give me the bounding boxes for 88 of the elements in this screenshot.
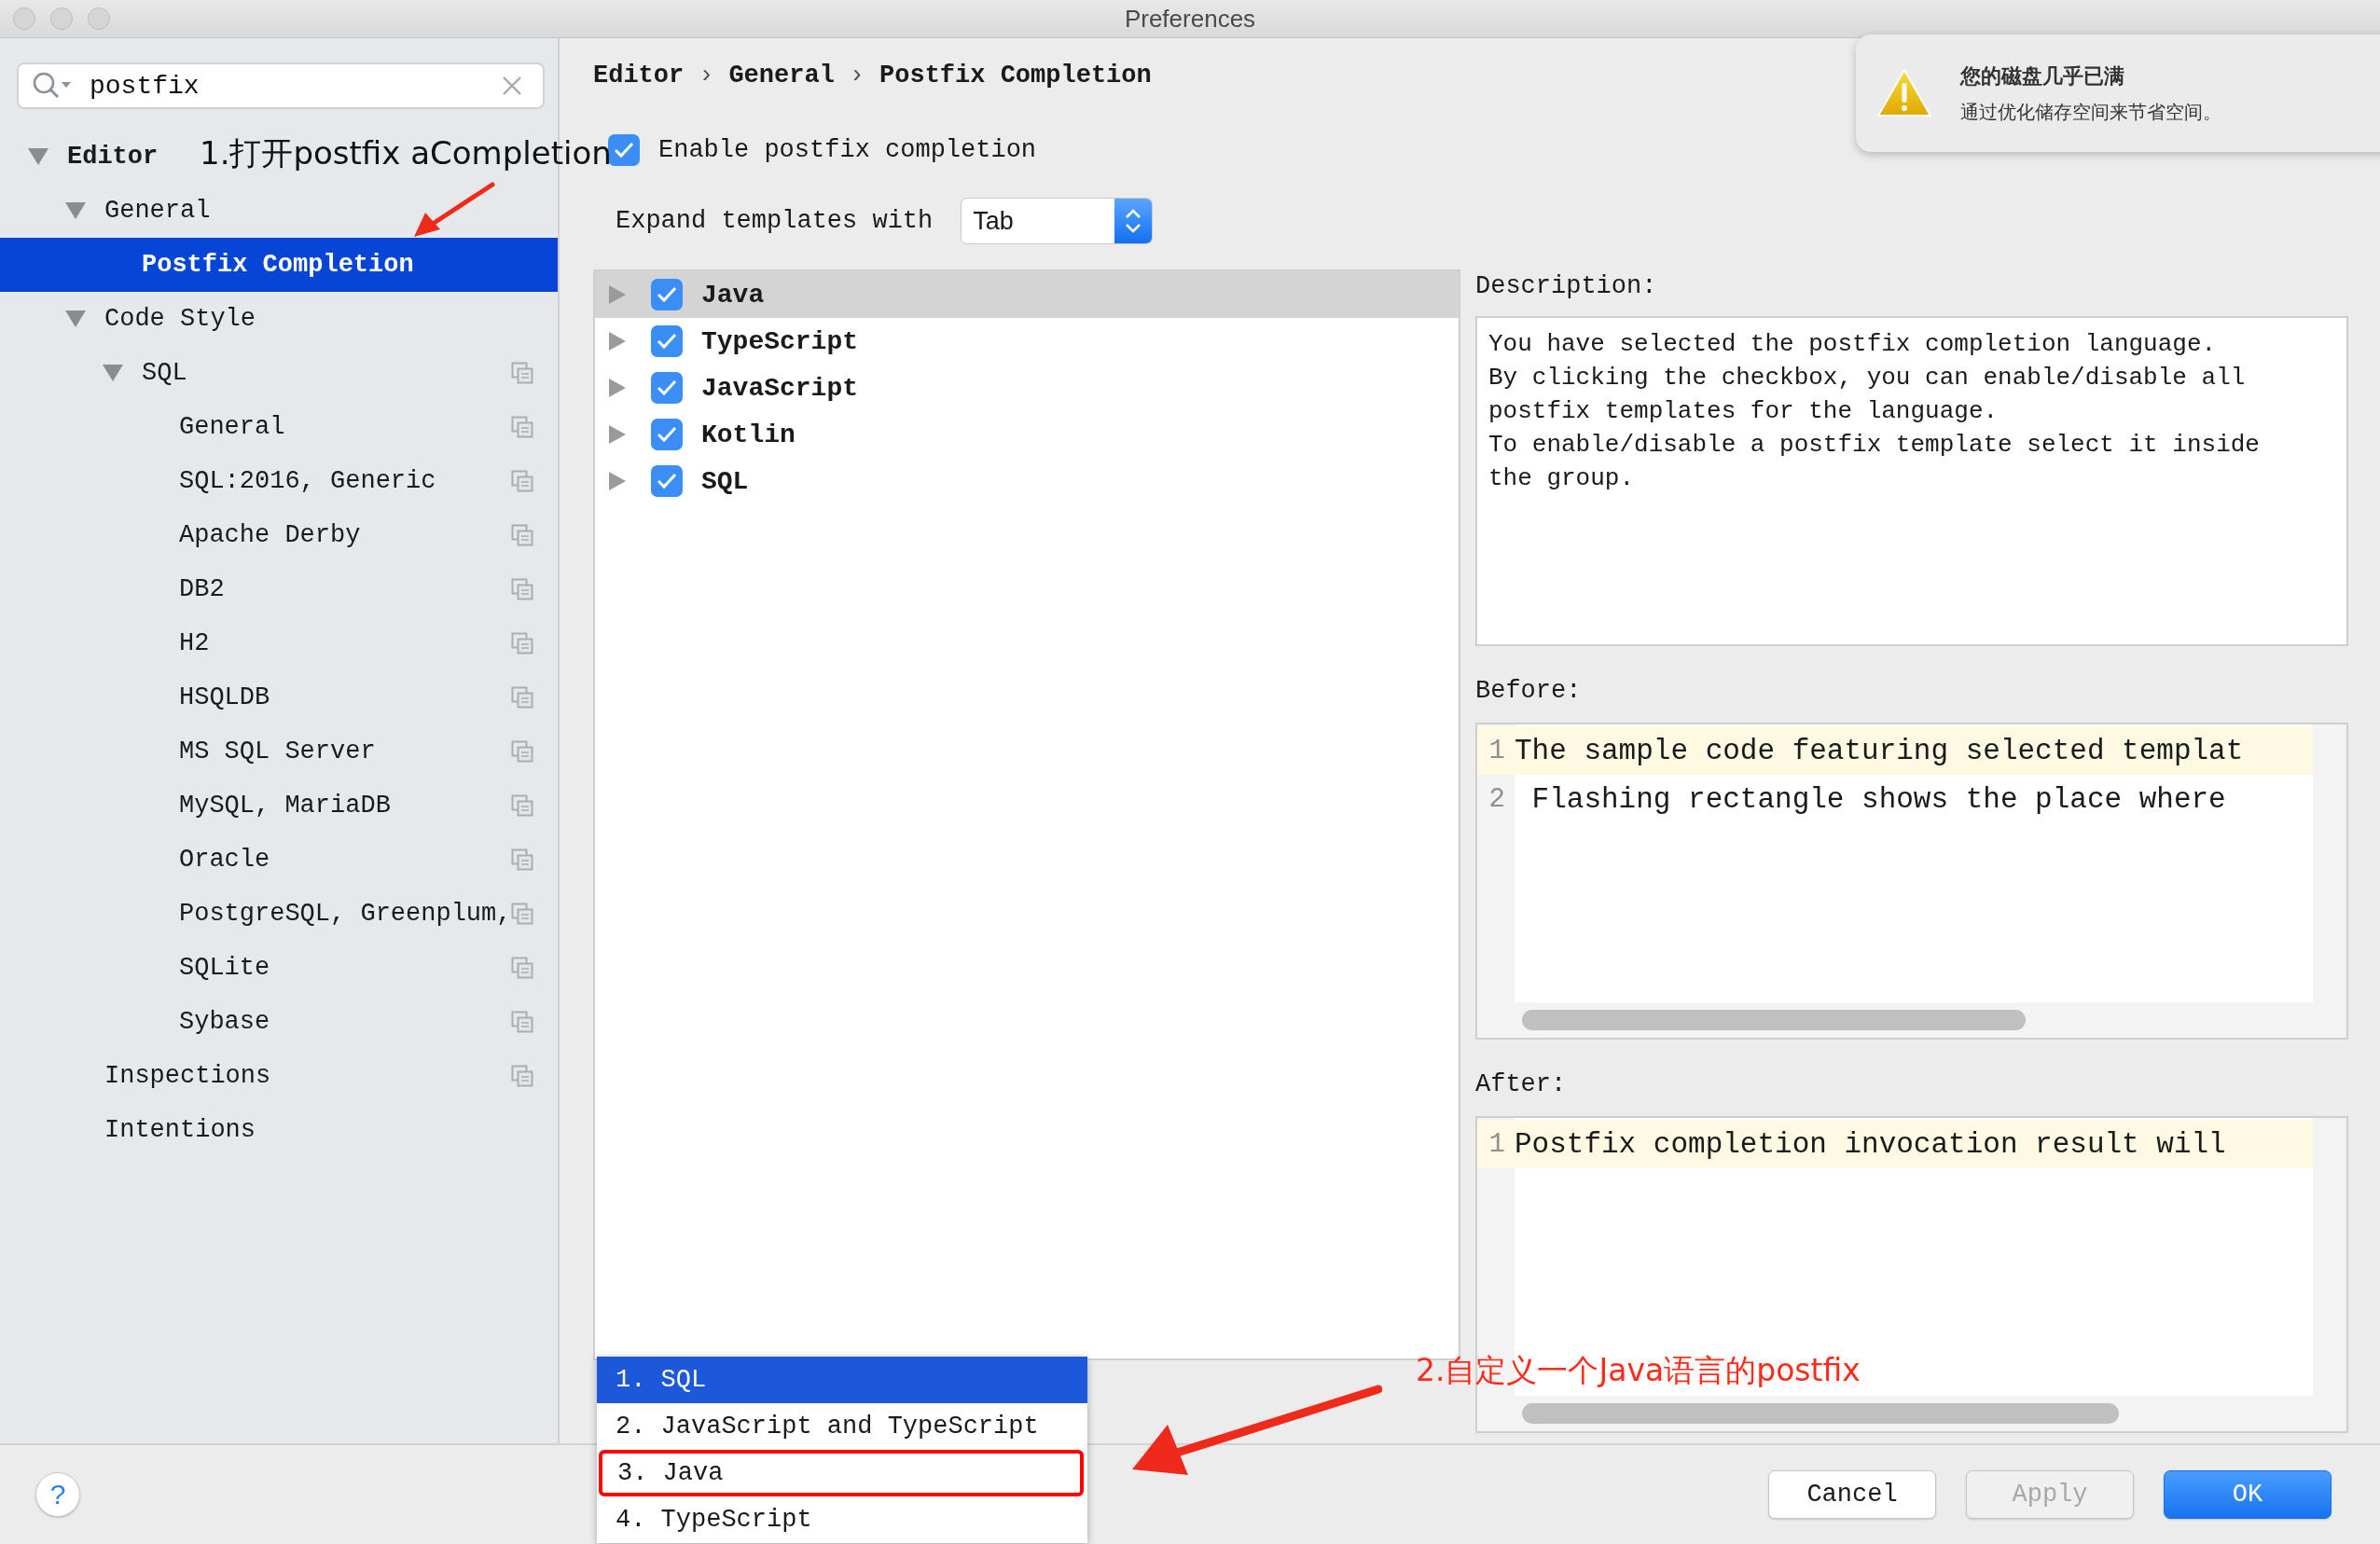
- line-number: 1: [1488, 1128, 1506, 1160]
- description-text: To enable/disable a postfix template select it inside: [1488, 430, 2261, 461]
- expand-triangle-icon[interactable]: [608, 378, 627, 398]
- expand-triangle-icon[interactable]: [608, 424, 627, 445]
- template-item[interactable]: Java: [595, 271, 1459, 318]
- checkbox[interactable]: [608, 134, 640, 166]
- template-item[interactable]: Kotlin: [595, 411, 1459, 458]
- tree-item[interactable]: MS SQL Server: [0, 724, 376, 779]
- tree-item[interactable]: General: [0, 184, 211, 238]
- tree-item[interactable]: Editor: [0, 130, 159, 184]
- dialog-button[interactable]: Cancel: [1768, 1470, 1936, 1519]
- menu-item[interactable]: 1. SQL: [597, 1357, 1087, 1403]
- tree-item[interactable]: DB2: [0, 562, 225, 616]
- tree-item[interactable]: SQL: [0, 346, 187, 400]
- code-line: Flashing rectangle shows the place where: [1530, 782, 2226, 816]
- menu-item[interactable]: 4. TypeScript: [597, 1496, 1087, 1543]
- notification-title: 您的磁盘几乎已满: [1960, 62, 2125, 90]
- tree-item[interactable]: HSQLDB: [0, 670, 270, 724]
- description-text: By clicking the checkbox, you can enable/disable all: [1488, 363, 2247, 393]
- scrollbar-thumb[interactable]: [1522, 1403, 2119, 1424]
- template-item[interactable]: TypeScript: [595, 318, 1459, 365]
- field-label: Expand templates with: [616, 207, 934, 235]
- clear-icon[interactable]: [502, 76, 522, 96]
- expand-triangle-icon[interactable]: [608, 284, 627, 305]
- dropdown[interactable]: Tab: [961, 198, 1154, 244]
- line-number: 1: [1488, 735, 1506, 766]
- check-icon: [656, 285, 678, 304]
- checkbox-label: Enable postfix completion: [658, 136, 1037, 164]
- collapse-triangle-icon[interactable]: [65, 310, 86, 328]
- tree-item[interactable]: Oracle: [0, 833, 270, 887]
- scrollbar-thumb[interactable]: [1522, 1010, 2026, 1030]
- expand-triangle-icon[interactable]: [608, 331, 627, 352]
- check-icon: [656, 472, 678, 490]
- template-item[interactable]: SQL: [595, 458, 1459, 504]
- description-text: the group.: [1488, 463, 1636, 494]
- breadcrumb-link[interactable]: General: [728, 62, 835, 90]
- breadcrumb-link[interactable]: Editor: [593, 62, 685, 90]
- checkbox[interactable]: [651, 325, 683, 357]
- search-field[interactable]: postfix: [17, 62, 545, 109]
- menu-item[interactable]: 2. JavaScript and TypeScript: [597, 1403, 1087, 1450]
- expand-triangle-icon[interactable]: [608, 471, 627, 491]
- tree-item[interactable]: Apache Derby: [0, 508, 361, 562]
- collapse-triangle-icon[interactable]: [28, 147, 48, 166]
- section-label: Before:: [1475, 676, 1583, 707]
- notification-message: 通过优化储存空间来节省空间。: [1960, 99, 2221, 125]
- search-icon: [32, 71, 73, 101]
- description-text: You have selected the postfix completion language.: [1488, 329, 2218, 360]
- help-button[interactable]: ?: [35, 1472, 80, 1517]
- annotation-text: 2.自定义一个Java语言的postfix: [1416, 1351, 1861, 1390]
- tree-item[interactable]: Postfix Completion: [0, 238, 558, 292]
- tree-item[interactable]: PostgreSQL, Greenplum,: [0, 887, 512, 941]
- description-text: postfix templates for the language.: [1488, 396, 1999, 427]
- tree-item[interactable]: MySQL, MariaDB: [0, 779, 391, 833]
- checkbox[interactable]: [651, 419, 683, 450]
- code-line: Postfix completion invocation result will: [1515, 1127, 2226, 1161]
- checkbox[interactable]: [651, 372, 683, 404]
- template-item[interactable]: JavaScript: [595, 365, 1459, 411]
- tree-item[interactable]: General: [0, 400, 285, 454]
- tree-item[interactable]: H2: [0, 616, 210, 670]
- check-icon: [613, 141, 635, 159]
- arrow-icon: [1130, 1384, 1382, 1477]
- check-icon: [656, 425, 678, 444]
- collapse-triangle-icon[interactable]: [65, 201, 86, 220]
- line-number: 2: [1488, 783, 1506, 815]
- window-minimize-button[interactable]: [50, 7, 73, 30]
- warning-icon: [1876, 68, 1932, 118]
- window-close-button[interactable]: [13, 7, 35, 30]
- checkbox[interactable]: [651, 465, 683, 497]
- section-label: After:: [1475, 1069, 1568, 1100]
- collapse-triangle-icon[interactable]: [103, 364, 123, 382]
- check-icon: [656, 332, 678, 351]
- breadcrumb-separator: ›: [849, 62, 865, 90]
- breadcrumb-separator: ›: [699, 62, 714, 90]
- tree-item[interactable]: Intentions: [0, 1103, 256, 1157]
- tree-item[interactable]: Sybase: [0, 995, 270, 1049]
- code-line: The sample code featuring selected templat: [1515, 734, 2244, 767]
- tree-item[interactable]: SQL:2016, Generic: [0, 454, 436, 508]
- check-icon: [656, 379, 678, 397]
- window-title: Preferences: [1124, 4, 1256, 34]
- tree-item[interactable]: SQLite: [0, 941, 270, 995]
- breadcrumb-link[interactable]: Postfix Completion: [879, 62, 1152, 90]
- window-zoom-button[interactable]: [88, 7, 110, 30]
- tree-item[interactable]: Code Style: [0, 292, 256, 346]
- section-label: Description:: [1475, 271, 1658, 302]
- tree-item[interactable]: Inspections: [0, 1049, 271, 1103]
- checkbox[interactable]: [651, 279, 683, 310]
- menu-item[interactable]: 3. Java: [599, 1450, 1084, 1496]
- stepper-icon: [1125, 208, 1142, 234]
